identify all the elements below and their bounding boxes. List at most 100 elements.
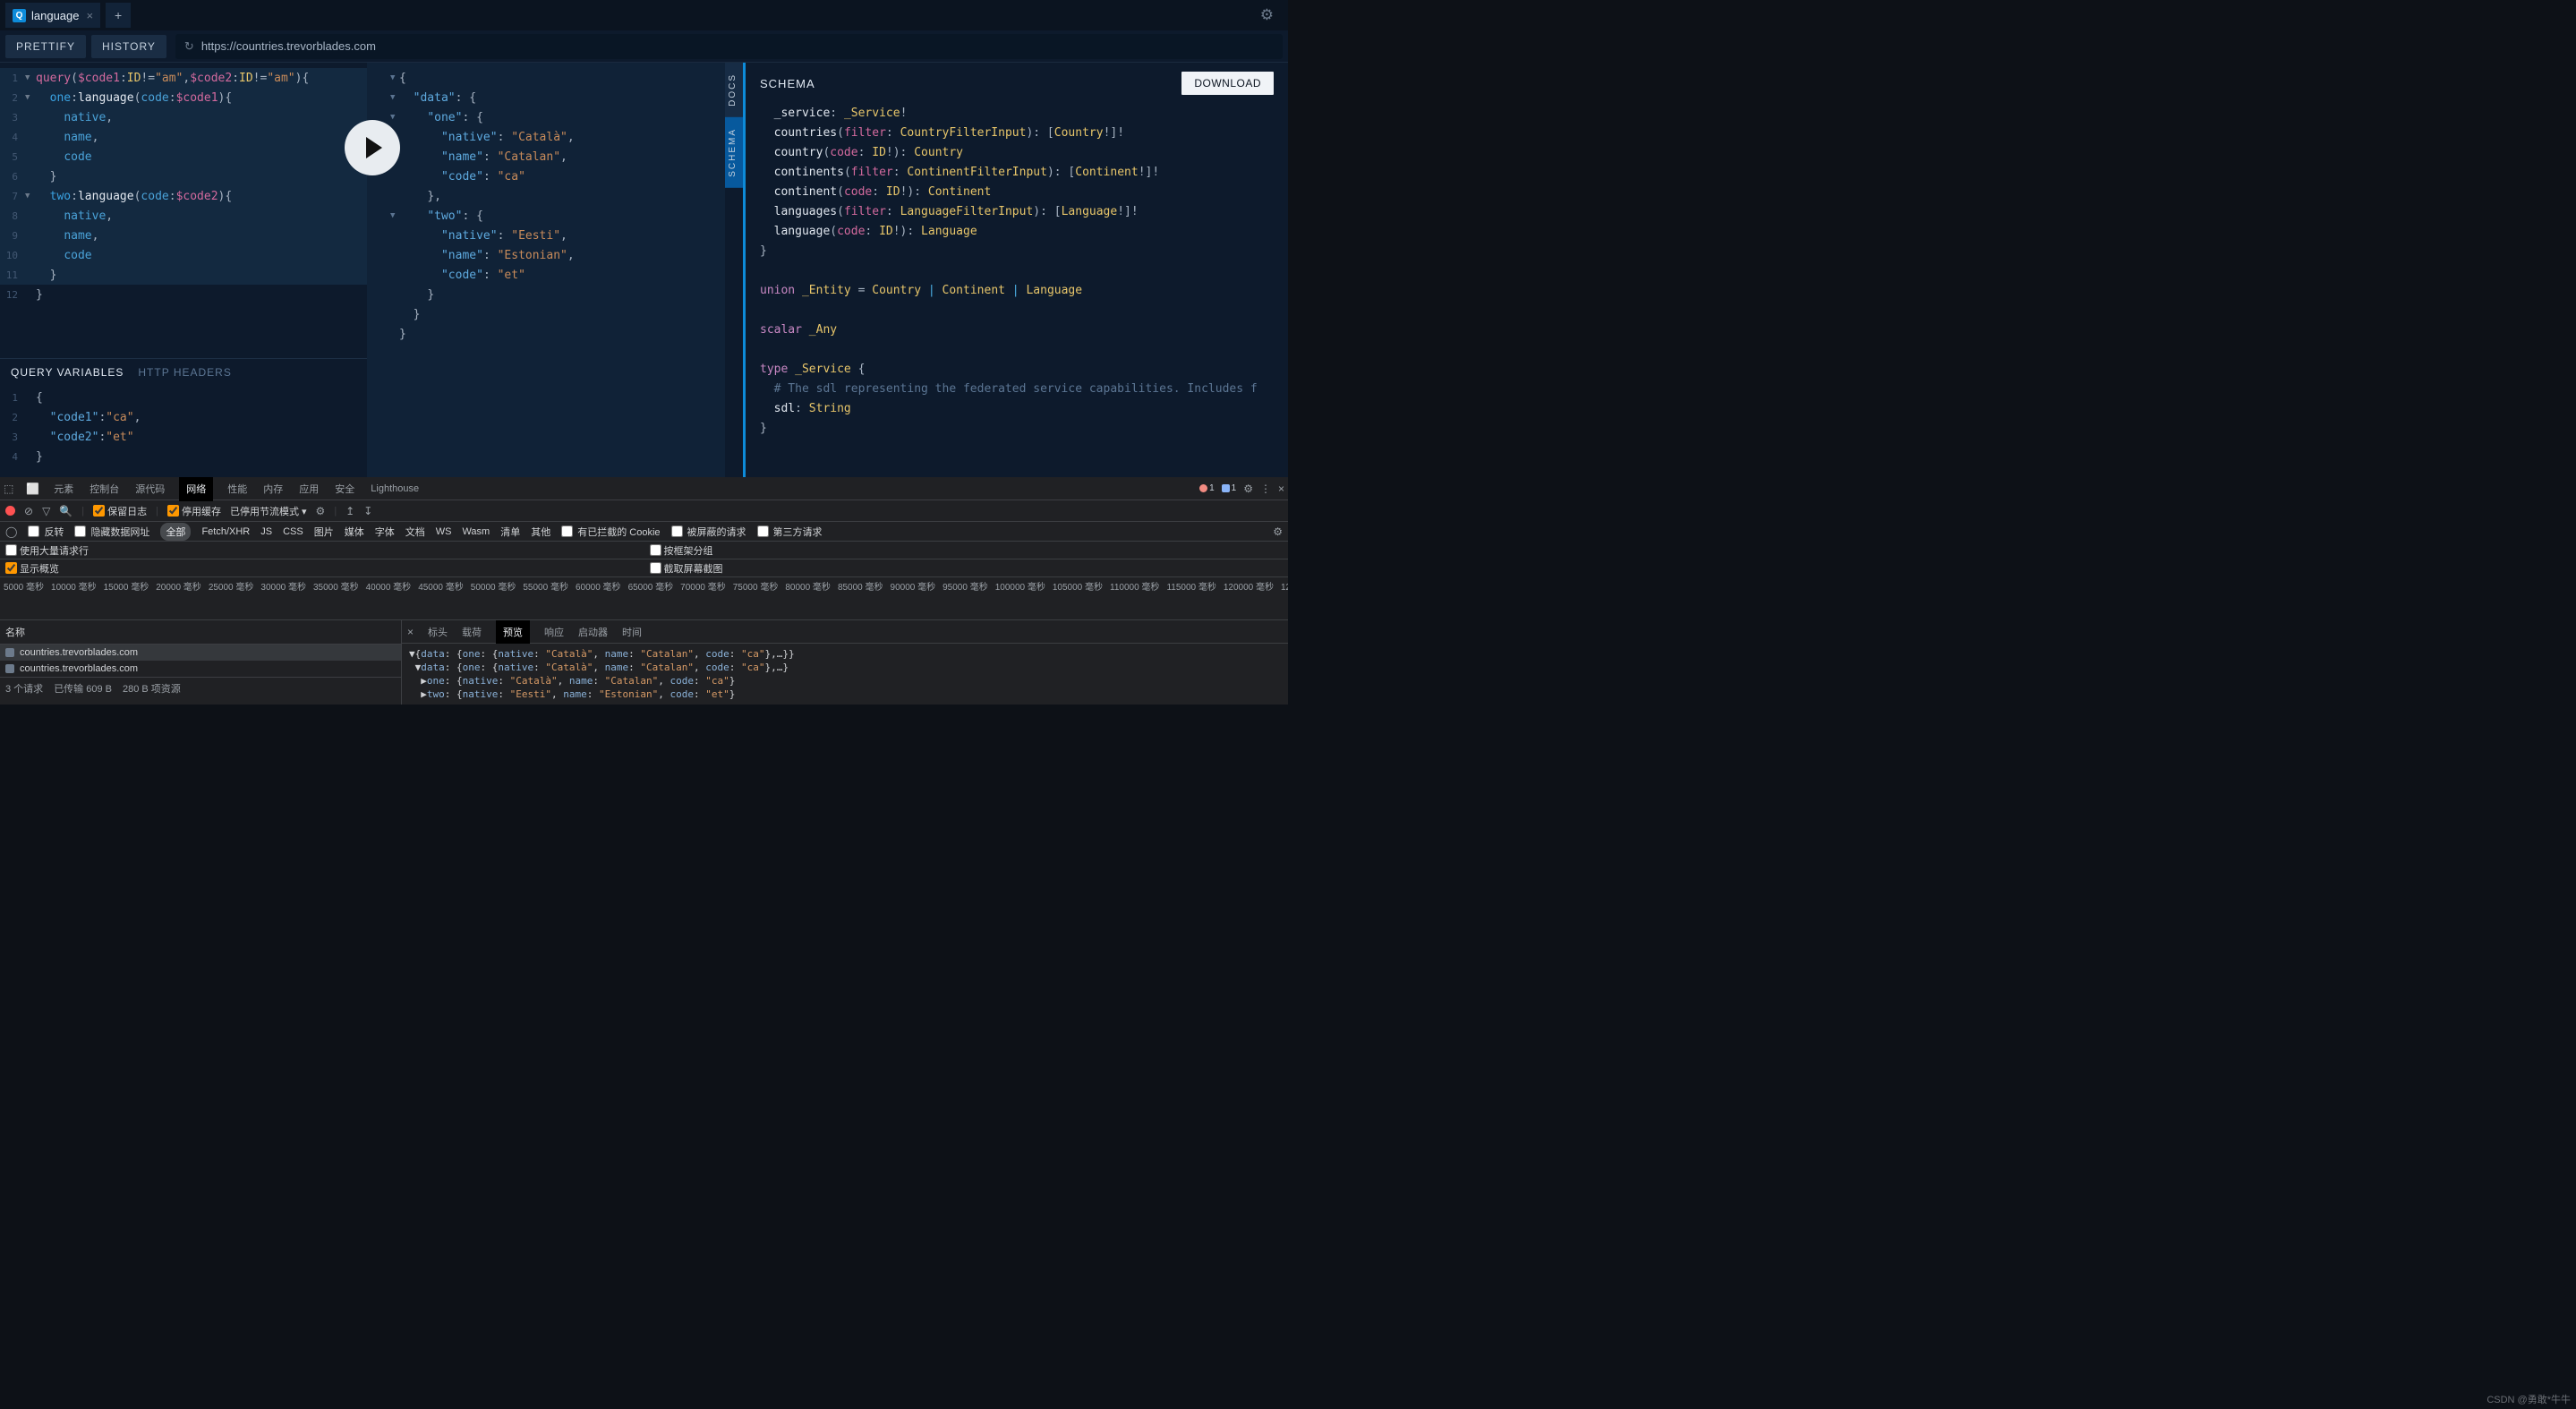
filter-pill[interactable]: Wasm: [462, 526, 490, 537]
request-row[interactable]: countries.trevorblades.com: [0, 661, 401, 677]
prettify-button[interactable]: PRETTIFY: [5, 35, 86, 58]
history-button[interactable]: HISTORY: [91, 35, 166, 58]
hide-data-check[interactable]: 隐藏数据网址: [74, 525, 149, 539]
editor-line[interactable]: 3 "code2":"et": [0, 427, 367, 447]
gear-icon[interactable]: ⚙: [1260, 6, 1274, 24]
docs-tab[interactable]: DOCS: [725, 63, 743, 117]
devtools-tab[interactable]: 元素: [52, 482, 75, 496]
editor-line[interactable]: 10 code: [0, 245, 367, 265]
large-rows-check[interactable]: 使用大量请求行: [5, 543, 89, 558]
editor-line[interactable]: 1{: [0, 388, 367, 407]
filter-pill[interactable]: 其他: [531, 525, 550, 539]
editor-line[interactable]: 2▼ one:language(code:$code1){: [0, 88, 367, 107]
url-bar[interactable]: ↻ https://countries.trevorblades.com: [175, 34, 1283, 59]
editor-line[interactable]: 12}: [0, 285, 367, 304]
query-variables-tab[interactable]: QUERY VARIABLES: [11, 366, 124, 379]
settings-icon[interactable]: ⚙: [1243, 482, 1253, 495]
query-editor[interactable]: 1▼query($code1:ID!="am",$code2:ID!="am")…: [0, 63, 367, 358]
record-icon[interactable]: [5, 506, 15, 516]
request-row[interactable]: countries.trevorblades.com: [0, 645, 401, 661]
filter-pill[interactable]: WS: [436, 526, 452, 537]
device-icon[interactable]: ⬜: [26, 482, 39, 495]
detail-tab[interactable]: 载荷: [462, 625, 482, 639]
group-frame-check[interactable]: 按框架分组: [650, 543, 713, 558]
http-headers-tab[interactable]: HTTP HEADERS: [138, 366, 231, 379]
schema-tab[interactable]: SCHEMA: [725, 117, 743, 188]
filter-pill[interactable]: 媒体: [345, 525, 364, 539]
filter-pill[interactable]: 清单: [500, 525, 520, 539]
close-detail-icon[interactable]: ×: [407, 626, 414, 638]
variables-editor[interactable]: 1{2 "code1":"ca",3 "code2":"et"4}: [0, 384, 367, 477]
filter-check[interactable]: 第三方请求: [757, 525, 823, 539]
filter-icon[interactable]: ▽: [42, 505, 50, 517]
preview-panel[interactable]: ▼{data: {one: {native: "Català", name: "…: [402, 644, 1288, 704]
devtools-tab[interactable]: 安全: [333, 482, 356, 496]
detail-tab[interactable]: 响应: [544, 625, 564, 639]
devtools-tab[interactable]: 源代码: [133, 482, 166, 496]
preview-line[interactable]: ▶two: {native: "Eesti", name: "Estonian"…: [409, 687, 1281, 701]
filter-check[interactable]: 被屏蔽的请求: [671, 525, 746, 539]
devtools-tab[interactable]: 控制台: [88, 482, 121, 496]
response-viewer[interactable]: ▼{▼ "data": {▼ "one": { "native": "Catal…: [367, 63, 725, 477]
editor-line[interactable]: 7▼ two:language(code:$code2){: [0, 186, 367, 206]
detail-tab[interactable]: 预览: [496, 620, 530, 644]
filter-pill[interactable]: 文档: [405, 525, 425, 539]
devtools-tab[interactable]: 内存: [261, 482, 285, 496]
screenshot-check[interactable]: 截取屏幕截图: [650, 561, 723, 576]
inspect-icon[interactable]: ⬚: [4, 482, 13, 495]
search-icon[interactable]: 🔍: [59, 505, 73, 517]
throttle-select[interactable]: 已停用节流模式 ▾: [230, 504, 307, 518]
editor-line[interactable]: 6 }: [0, 167, 367, 186]
filter-pill[interactable]: 全部: [160, 523, 191, 541]
filter-pill[interactable]: 字体: [375, 525, 395, 539]
show-overview-check[interactable]: 显示概览: [5, 561, 59, 576]
close-devtools-icon[interactable]: ×: [1278, 482, 1284, 495]
run-button[interactable]: [345, 120, 400, 175]
devtools-tab[interactable]: Lighthouse: [369, 483, 421, 494]
editor-line[interactable]: 11 }: [0, 265, 367, 285]
editor-line[interactable]: 4}: [0, 447, 367, 466]
upload-icon[interactable]: ↥: [345, 505, 354, 517]
filter-pill[interactable]: CSS: [283, 526, 303, 537]
download-icon[interactable]: ↧: [363, 505, 372, 517]
download-button[interactable]: DOWNLOAD: [1181, 72, 1274, 95]
devtools-tab[interactable]: 性能: [226, 482, 249, 496]
editor-line[interactable]: 4 name,: [0, 127, 367, 147]
error-badge[interactable]: 1: [1199, 483, 1215, 493]
invert-check[interactable]: 反转: [28, 525, 64, 539]
add-tab-button[interactable]: +: [106, 3, 131, 28]
editor-line[interactable]: 5 code: [0, 147, 367, 167]
preview-line[interactable]: ▼{data: {one: {native: "Català", name: "…: [409, 647, 1281, 661]
preview-line[interactable]: ▼data: {one: {native: "Català", name: "C…: [409, 661, 1281, 674]
detail-tab[interactable]: 时间: [622, 625, 642, 639]
editor-line[interactable]: 2 "code1":"ca",: [0, 407, 367, 427]
editor-line[interactable]: 8 native,: [0, 206, 367, 226]
preview-line[interactable]: ▶one: {native: "Català", name: "Catalan"…: [409, 674, 1281, 687]
filter-pill[interactable]: 图片: [314, 525, 334, 539]
file-tab[interactable]: Q language ×: [5, 3, 100, 28]
close-icon[interactable]: ×: [87, 9, 94, 22]
filter-input-icon[interactable]: ◯: [5, 525, 17, 538]
detail-tab[interactable]: 启动器: [578, 625, 608, 639]
editor-line[interactable]: 1▼query($code1:ID!="am",$code2:ID!="am")…: [0, 68, 367, 88]
keep-log-check[interactable]: 保留日志: [93, 504, 147, 518]
filter-check[interactable]: 有已拦截的 Cookie: [561, 525, 660, 539]
devtools-tab[interactable]: 网络: [179, 476, 213, 501]
editor-line[interactable]: 9 name,: [0, 226, 367, 245]
detail-tab[interactable]: 标头: [428, 625, 448, 639]
name-column-header[interactable]: 名称: [0, 620, 401, 645]
message-badge[interactable]: 1: [1222, 483, 1237, 493]
disable-cache-check[interactable]: 停用缓存: [167, 504, 221, 518]
schema-body[interactable]: _service: _Service! countries(filter: Co…: [746, 104, 1288, 477]
filter-pill[interactable]: JS: [260, 526, 272, 537]
wifi-icon[interactable]: ⚙: [316, 505, 326, 517]
clear-icon[interactable]: ⊘: [24, 505, 33, 517]
filter-settings-icon[interactable]: ⚙: [1273, 525, 1283, 538]
timeline[interactable]: 5000 毫秒10000 毫秒15000 毫秒20000 毫秒25000 毫秒3…: [0, 577, 1288, 620]
reload-icon[interactable]: ↻: [184, 39, 194, 54]
filter-pill[interactable]: Fetch/XHR: [201, 526, 250, 537]
editor-line[interactable]: 3 native,: [0, 107, 367, 127]
schema-line: scalar _Any: [760, 320, 1274, 340]
more-icon[interactable]: ⋮: [1260, 482, 1271, 495]
devtools-tab[interactable]: 应用: [297, 482, 320, 496]
